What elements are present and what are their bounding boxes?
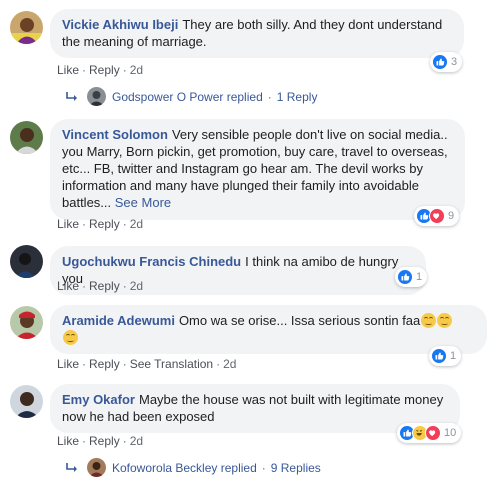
comment-bubble: Aramide Adewumi Omo wa se orise... Issa s… <box>50 305 487 354</box>
comment-bubble: Vincent Solomon Very sensible people don'… <box>50 119 465 220</box>
avatar[interactable] <box>10 11 43 44</box>
love-icon <box>425 425 441 441</box>
separator: · <box>216 357 221 371</box>
comment-author[interactable]: Vickie Akhiwu Ibeji <box>62 17 178 32</box>
comment-time[interactable]: 2d <box>130 217 143 231</box>
comment-time[interactable]: 2d <box>130 279 143 293</box>
reply-link[interactable]: Reply <box>89 217 120 231</box>
avatar[interactable] <box>10 306 43 339</box>
reaction-summary[interactable]: 9 <box>414 206 460 226</box>
comment-actions: Like · Reply · 2d <box>57 62 143 78</box>
like-link[interactable]: Like <box>57 217 79 231</box>
comment-actions: Like · Reply · See Translation · 2d <box>57 356 236 372</box>
reaction-summary[interactable]: 1 <box>429 346 462 366</box>
comment-author[interactable]: Emy Okafor <box>62 392 135 407</box>
reaction-summary[interactable]: 10 <box>397 423 462 443</box>
see-more-link[interactable]: See More <box>115 195 171 210</box>
view-replies[interactable]: Kofoworola Beckley replied · 9 Replies <box>64 458 321 477</box>
comment-text: Omo wa se orise... Issa serious sontin f… <box>178 313 421 328</box>
comment-author[interactable]: Vincent Solomon <box>62 127 168 142</box>
like-link[interactable]: Like <box>57 434 79 448</box>
reaction-summary[interactable]: 3 <box>430 52 463 72</box>
comment-actions: Like · Reply · 2d <box>57 433 143 449</box>
reply-arrow-icon <box>66 91 77 101</box>
like-icon <box>432 54 448 70</box>
comment-author[interactable]: Aramide Adewumi <box>62 313 175 328</box>
grimacing-face-icon <box>437 313 453 328</box>
reply-count[interactable]: 9 Replies <box>271 461 321 475</box>
avatar[interactable] <box>10 245 43 278</box>
reply-link[interactable]: Reply <box>89 63 120 77</box>
grimacing-face-icon <box>421 313 437 328</box>
comment-actions: Like · Reply · 2d <box>57 278 143 294</box>
separator: · <box>82 279 87 293</box>
replier-name[interactable]: Godspower O Power replied <box>112 90 263 104</box>
avatar[interactable] <box>10 385 43 418</box>
reaction-count: 1 <box>416 271 423 283</box>
like-link[interactable]: Like <box>57 279 79 293</box>
reply-arrow-icon <box>66 462 77 472</box>
like-icon <box>431 348 447 364</box>
like-icon <box>397 269 413 285</box>
reaction-summary[interactable]: 1 <box>395 267 428 287</box>
reply-link[interactable]: Reply <box>89 357 120 371</box>
comment-author[interactable]: Ugochukwu Francis Chinedu <box>62 254 241 269</box>
reaction-count: 1 <box>450 350 457 362</box>
reply-link[interactable]: Reply <box>89 434 120 448</box>
reaction-count: 10 <box>444 427 457 439</box>
avatar <box>87 87 106 106</box>
avatar[interactable] <box>10 121 43 154</box>
comment-time[interactable]: 2d <box>130 434 143 448</box>
like-link[interactable]: Like <box>57 63 79 77</box>
reaction-count: 9 <box>448 210 455 222</box>
separator: · <box>122 357 127 371</box>
separator: · <box>267 89 272 104</box>
separator: · <box>122 434 127 448</box>
separator: · <box>82 217 87 231</box>
comment-bubble: Vickie Akhiwu Ibeji They are both silly. … <box>50 9 464 58</box>
separator: · <box>82 63 87 77</box>
comment-time[interactable]: 2d <box>223 357 236 371</box>
separator: · <box>122 217 127 231</box>
separator: · <box>82 357 87 371</box>
separator: · <box>122 279 127 293</box>
replier-name[interactable]: Kofoworola Beckley replied <box>112 461 257 475</box>
comment-time[interactable]: 2d <box>130 63 143 77</box>
love-icon <box>429 208 445 224</box>
separator: · <box>261 460 266 475</box>
separator: · <box>82 434 87 448</box>
like-link[interactable]: Like <box>57 357 79 371</box>
comment-actions: Like · Reply · 2d <box>57 216 143 232</box>
view-replies[interactable]: Godspower O Power replied · 1 Reply <box>64 87 317 106</box>
reaction-count: 3 <box>451 56 458 68</box>
avatar <box>87 458 106 477</box>
reply-count[interactable]: 1 Reply <box>277 90 318 104</box>
reply-link[interactable]: Reply <box>89 279 120 293</box>
grimacing-face-icon <box>63 330 78 345</box>
see-translation-link[interactable]: See Translation <box>130 357 213 371</box>
separator: · <box>122 63 127 77</box>
